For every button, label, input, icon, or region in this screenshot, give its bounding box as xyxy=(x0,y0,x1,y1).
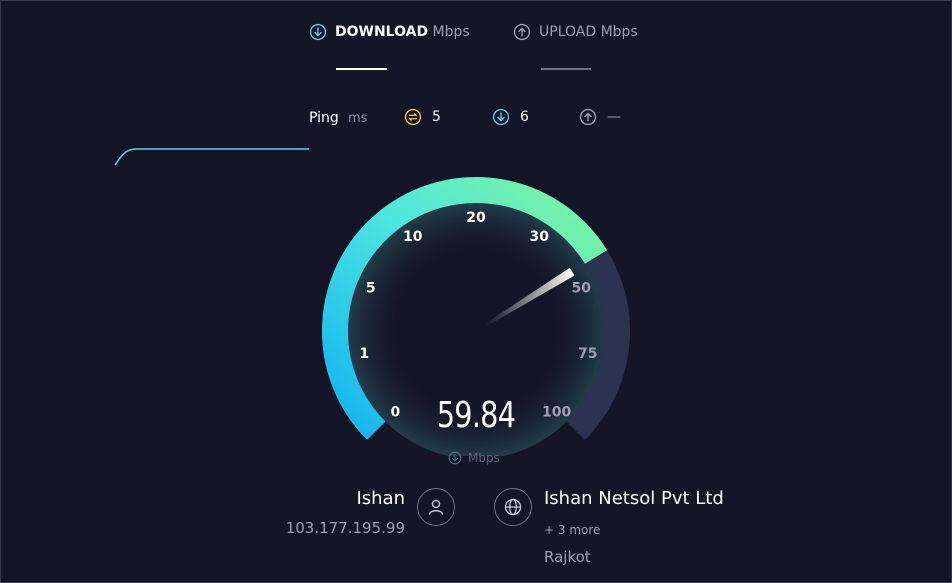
ping-label: Ping xyxy=(309,110,339,126)
gauge-tick-label: 0 xyxy=(391,405,401,421)
ping-unit: ms xyxy=(348,111,368,126)
ping-upload[interactable]: — xyxy=(579,108,621,126)
ping-idle[interactable]: 5 xyxy=(404,108,441,126)
gauge-tick-label: 50 xyxy=(572,280,592,296)
tab-upload-unit: Mbps xyxy=(600,24,638,40)
person-icon xyxy=(428,499,444,515)
client-ip: 103.177.195.99 xyxy=(285,519,405,537)
server-name[interactable]: Ishan Netsol Pvt Ltd xyxy=(544,488,724,509)
ping-upload-value: — xyxy=(607,109,621,125)
gauge-tick-label: 100 xyxy=(542,405,571,421)
arrow-down-circle-icon xyxy=(309,23,327,41)
tab-upload-label: UPLOAD xyxy=(539,24,597,40)
arrow-up-circle-icon xyxy=(579,108,597,126)
gauge-tick-label: 5 xyxy=(366,280,376,296)
idle-latency-icon xyxy=(404,108,422,126)
gauge-tick-label: 75 xyxy=(578,346,597,362)
speed-value: 59.84 xyxy=(436,395,516,436)
tab-download-label: DOWNLOAD xyxy=(335,24,429,40)
server-location: Rajkot xyxy=(544,548,591,566)
tab-upload[interactable]: UPLOAD Mbps xyxy=(513,23,638,41)
tab-download[interactable]: DOWNLOAD Mbps xyxy=(309,23,470,41)
ping-download-value: 6 xyxy=(520,109,529,125)
tab-upload-underline xyxy=(541,68,591,70)
speed-sparkline xyxy=(114,148,309,166)
gauge-tick-label: 20 xyxy=(466,210,486,226)
gauge-tick-label: 10 xyxy=(403,229,423,245)
server-button[interactable] xyxy=(494,488,532,526)
ping-idle-value: 5 xyxy=(432,109,441,125)
globe-icon xyxy=(504,498,522,516)
arrow-down-circle-icon xyxy=(492,108,510,126)
tab-download-unit: Mbps xyxy=(432,24,470,40)
arrow-down-circle-icon xyxy=(448,451,462,465)
speed-unit: Mbps xyxy=(448,451,500,465)
server-more-link[interactable]: + 3 more xyxy=(544,523,600,537)
gauge-tick-label: 1 xyxy=(359,346,369,362)
client-name: Ishan xyxy=(356,488,405,509)
ping-download[interactable]: 6 xyxy=(492,108,529,126)
tab-download-underline xyxy=(336,68,387,70)
client-avatar xyxy=(417,488,455,526)
speed-unit-label: Mbps xyxy=(468,451,500,465)
arrow-up-circle-icon xyxy=(513,23,531,41)
gauge-tick-label: 30 xyxy=(530,229,550,245)
speedtest-window: DOWNLOAD Mbps UPLOAD Mbps Ping ms 5 6 — xyxy=(0,0,952,583)
